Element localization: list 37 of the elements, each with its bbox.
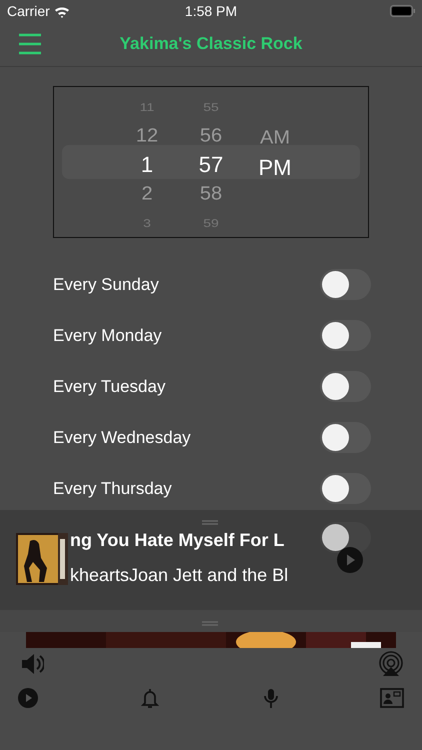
picker-value[interactable]: 58 — [200, 184, 222, 204]
picker-value[interactable]: 12 — [136, 126, 158, 146]
drag-handle-icon[interactable] — [202, 621, 218, 626]
airplay-icon[interactable] — [379, 651, 403, 676]
toggle-switch[interactable] — [320, 371, 371, 402]
toggle-switch[interactable] — [320, 269, 371, 300]
play-icon[interactable] — [18, 688, 38, 708]
toggle-switch[interactable] — [320, 422, 371, 453]
status-time: 1:58 PM — [184, 3, 238, 19]
toggle-switch[interactable] — [320, 320, 371, 351]
toggle-switch[interactable] — [320, 473, 371, 504]
picker-value[interactable]: 2 — [141, 184, 153, 204]
contact-card-icon[interactable] — [380, 688, 404, 708]
picker-value[interactable]: 56 — [200, 126, 222, 146]
track-artist: kheartsJoan Jett and the Bl — [70, 565, 288, 586]
microphone-icon[interactable] — [263, 688, 279, 708]
picker-value[interactable]: PM — [258, 157, 292, 179]
carrier-label: Carrier — [7, 3, 50, 19]
picker-value[interactable]: 1 — [140, 154, 154, 176]
day-label: Every Thursday — [53, 478, 173, 498]
picker-value[interactable]: AM — [260, 128, 290, 148]
day-label: Every Sunday — [53, 274, 160, 294]
toggle-switch[interactable] — [320, 522, 371, 553]
speaker-icon[interactable] — [20, 652, 44, 676]
mini-player[interactable]: ng You Hate Myself For L kheartsJoan Jett and the Bl — [0, 510, 422, 610]
menu-icon[interactable] — [19, 33, 41, 55]
picker-value[interactable]: 57 — [198, 154, 224, 176]
day-label: Every Monday — [53, 326, 163, 346]
bell-icon[interactable] — [141, 688, 159, 708]
track-title: ng You Hate Myself For L — [70, 530, 284, 551]
wifi-icon — [54, 4, 70, 18]
station-title: Yakima's Classic Rock — [120, 34, 302, 53]
drag-handle-icon[interactable] — [202, 520, 218, 525]
play-button[interactable] — [337, 547, 363, 573]
battery-icon — [390, 5, 415, 17]
day-label: Every Tuesday — [53, 376, 166, 396]
day-label: Every Wednesday — [53, 428, 192, 448]
